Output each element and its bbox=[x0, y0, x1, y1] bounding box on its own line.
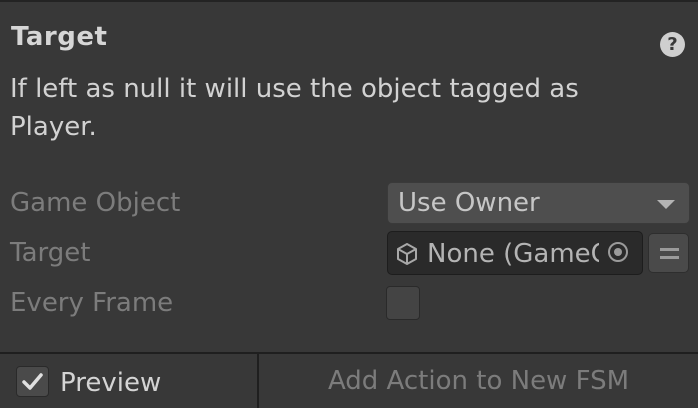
section-description: If left as null it will use the object t… bbox=[10, 74, 579, 142]
checkmark-icon bbox=[22, 373, 43, 390]
add-action-to-new-fsm-button[interactable]: Add Action to New FSM bbox=[259, 354, 698, 408]
object-picker-icon[interactable] bbox=[608, 242, 628, 262]
preview-checkbox[interactable] bbox=[16, 366, 49, 397]
dropdown-caret-icon bbox=[657, 200, 675, 209]
every-frame-label: Every Frame bbox=[10, 288, 174, 318]
every-frame-checkbox[interactable] bbox=[386, 286, 420, 320]
variable-toggle-icon bbox=[660, 248, 679, 251]
section-title: Target bbox=[11, 22, 108, 52]
gameobject-cube-icon bbox=[397, 243, 417, 265]
game-object-value: Use Owner bbox=[398, 188, 540, 218]
target-label: Target bbox=[10, 238, 91, 268]
target-value: None (GameObject) bbox=[427, 239, 599, 269]
action-editor-panel: Target ? If left as null it will use the… bbox=[0, 0, 698, 408]
preview-label[interactable]: Preview bbox=[60, 366, 161, 400]
game-object-dropdown[interactable]: Use Owner bbox=[387, 182, 690, 224]
target-object-field[interactable]: None (GameObject) bbox=[387, 231, 643, 275]
game-object-label: Game Object bbox=[10, 188, 181, 218]
variable-toggle-icon-bar bbox=[660, 256, 679, 259]
variable-toggle-button[interactable] bbox=[648, 233, 689, 273]
help-icon[interactable]: ? bbox=[660, 32, 685, 57]
